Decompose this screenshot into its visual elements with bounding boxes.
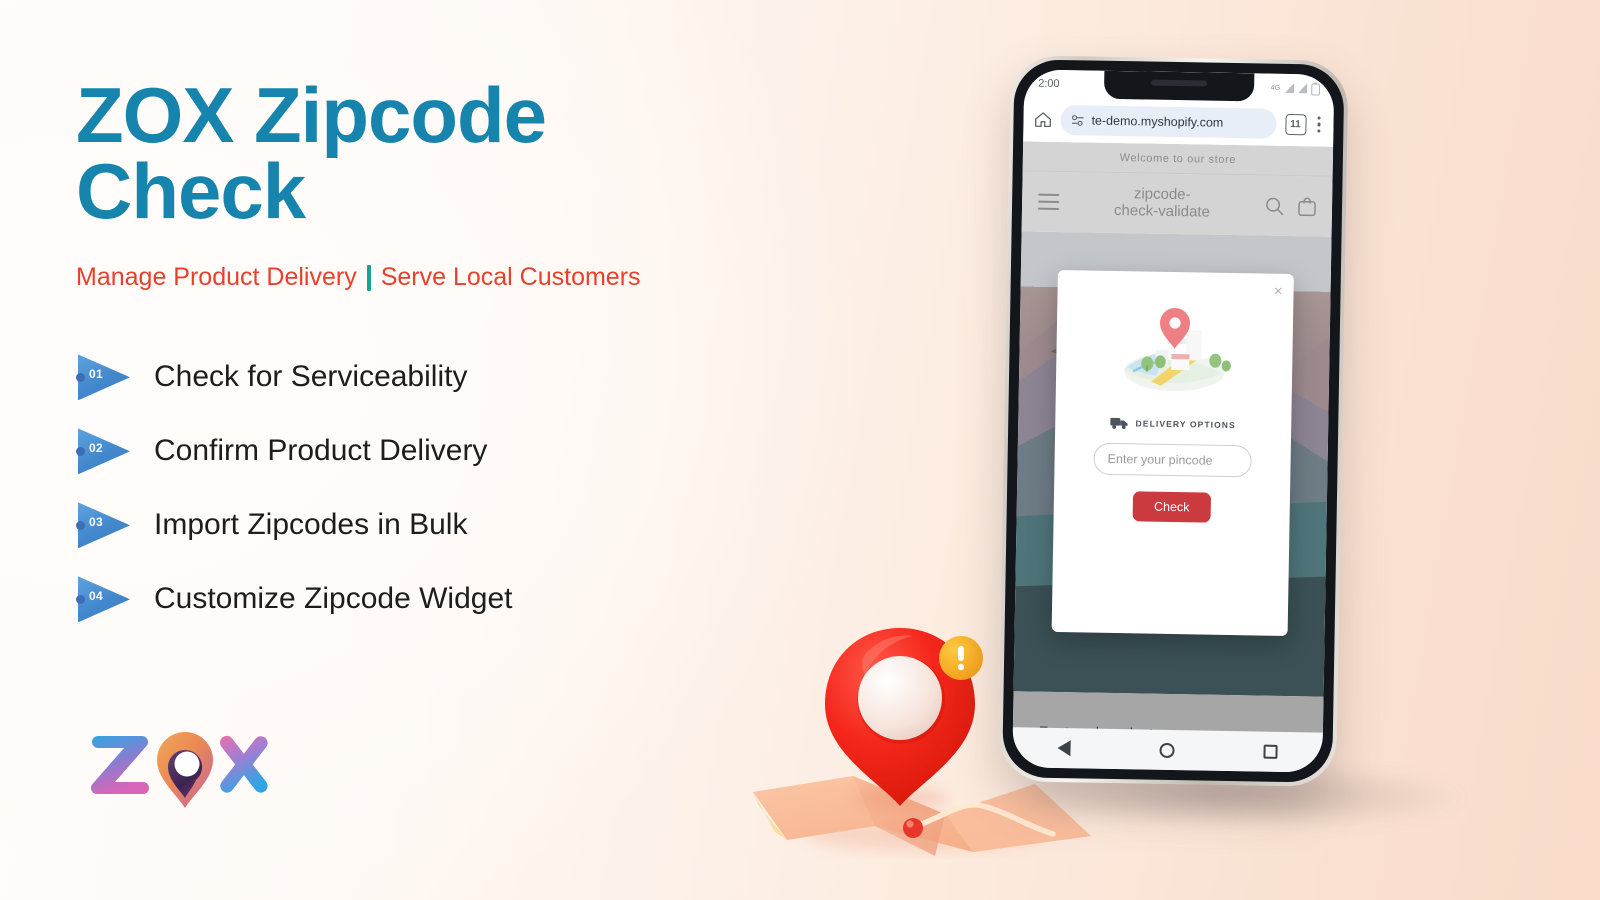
status-time: 2:00 [1038, 77, 1060, 90]
url-text: te-demo.myshopify.com [1091, 113, 1224, 130]
kebab-menu-icon[interactable] [1315, 116, 1323, 133]
step-number: 03 [89, 515, 103, 530]
delivery-truck-icon [1110, 417, 1129, 430]
phone-screen: 2:00 4G te-demo.myshopify.com 11 Welcome… [1012, 69, 1335, 773]
delivery-options-label: DELIVERY OPTIONS [1135, 418, 1236, 431]
subtitle-separator [366, 264, 371, 291]
signal-icon-secondary [1298, 83, 1308, 94]
page-title: ZOX Zipcode Check [76, 76, 836, 230]
store-header: zipcode-check-validate [1021, 171, 1333, 237]
page-title-line2: Check [76, 146, 306, 235]
step-number: 01 [89, 367, 103, 382]
search-icon[interactable] [1265, 196, 1284, 215]
step-marker-04: 04 [76, 576, 132, 623]
network-label: 4G [1270, 84, 1281, 92]
shopping-bag-icon[interactable] [1298, 197, 1316, 216]
delivery-options-row: DELIVERY OPTIONS [1110, 417, 1236, 431]
step-marker-03: 03 [76, 502, 132, 549]
phone-mockup: 2:00 4G te-demo.myshopify.com 11 Welcome… [991, 55, 1463, 834]
zox-logo [86, 712, 276, 812]
zipcode-modal: × DELIVERY OPTIONS Enter your pincode Ch… [1051, 269, 1294, 637]
url-bar[interactable]: te-demo.myshopify.com [1060, 104, 1277, 139]
signal-icon [1285, 82, 1295, 94]
home-circle-icon[interactable] [1159, 742, 1175, 758]
status-icons: 4G [1270, 81, 1321, 96]
header-icons [1265, 196, 1316, 216]
list-item: 03 Import Zipcodes in Bulk [76, 502, 836, 549]
list-item: 01 Check for Serviceability [76, 354, 836, 401]
map-location-illustration [1122, 308, 1231, 395]
step-number: 04 [89, 589, 103, 604]
step-marker-01: 01 [76, 354, 132, 401]
android-nav-bar [1012, 727, 1323, 773]
feature-label: Confirm Product Delivery [154, 434, 488, 468]
close-icon[interactable]: × [1274, 283, 1283, 300]
list-item: 04 Customize Zipcode Widget [76, 576, 836, 623]
store-name: zipcode-check-validate [1113, 185, 1211, 221]
zox-logo-icon [90, 732, 268, 808]
back-triangle-icon[interactable] [1057, 740, 1071, 757]
hamburger-icon[interactable] [1037, 193, 1060, 210]
step-marker-02: 02 [76, 428, 132, 475]
earpiece-speaker [1151, 79, 1208, 87]
arrow-icon [78, 502, 130, 549]
arrow-icon [78, 428, 130, 475]
feature-label: Customize Zipcode Widget [154, 582, 513, 616]
phone-notch [1103, 70, 1255, 102]
hero-subtitle: Manage Product Delivery Serve Local Cust… [76, 263, 836, 292]
arrow-icon [78, 576, 130, 623]
step-number: 02 [89, 441, 103, 456]
site-settings-icon [1072, 114, 1084, 126]
tab-count-value: 11 [1290, 118, 1301, 130]
feature-label: Check for Serviceability [154, 360, 468, 394]
recents-square-icon[interactable] [1263, 744, 1278, 759]
hero-content: ZOX Zipcode Check Manage Product Deliver… [76, 76, 836, 623]
battery-icon [1311, 81, 1321, 96]
check-button[interactable]: Check [1132, 491, 1211, 523]
home-icon[interactable] [1034, 112, 1051, 128]
list-item: 02 Confirm Product Delivery [76, 428, 836, 475]
browser-toolbar: te-demo.myshopify.com 11 [1023, 97, 1334, 147]
phone-frame: 2:00 4G te-demo.myshopify.com 11 Welcome… [997, 55, 1349, 787]
feature-list: 01 Check for Serviceability 02 Confirm P… [76, 354, 836, 623]
feature-label: Import Zipcodes in Bulk [154, 508, 468, 542]
tab-count-button[interactable]: 11 [1284, 113, 1307, 135]
phone-bezel: 2:00 4G te-demo.myshopify.com 11 Welcome… [1002, 59, 1345, 783]
arrow-icon [78, 354, 130, 401]
hero-subtitle-left: Manage Product Delivery [76, 263, 357, 292]
hero-subtitle-right: Serve Local Customers [380, 263, 641, 292]
pincode-input[interactable] [1093, 442, 1252, 478]
